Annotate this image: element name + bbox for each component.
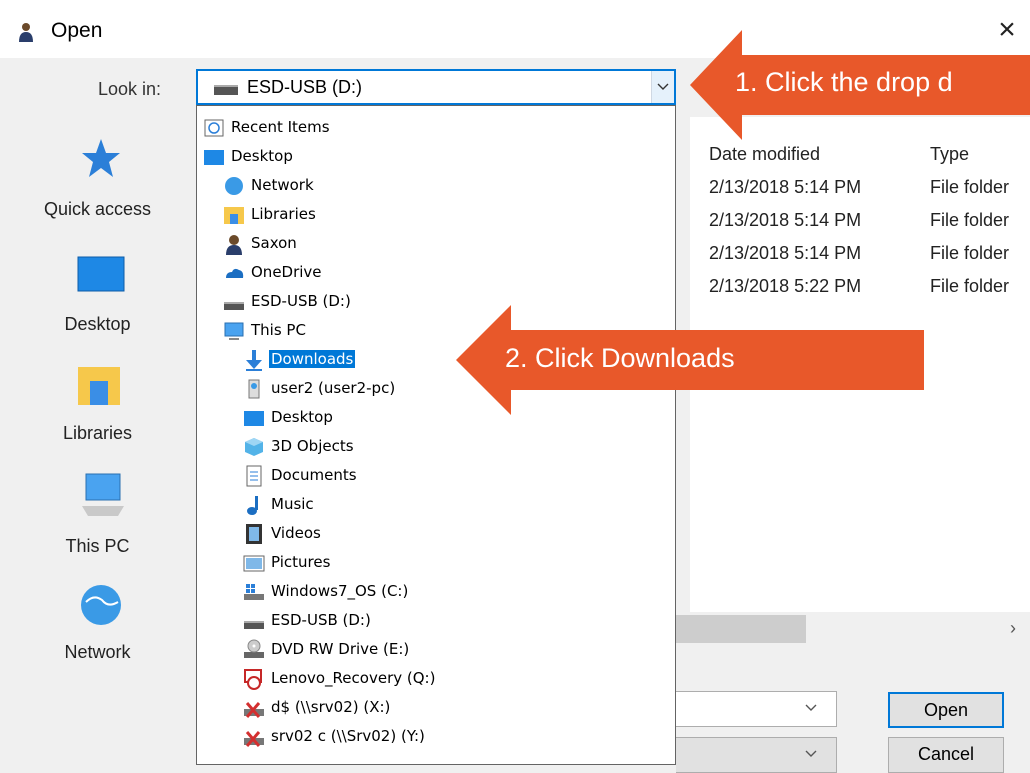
recovery-drive-icon bbox=[244, 669, 262, 690]
chevron-down-icon bbox=[657, 83, 669, 90]
look-in-dropdown-list[interactable]: Recent Items Desktop Network Libraries S… bbox=[196, 105, 676, 765]
chevron-down-icon[interactable] bbox=[804, 700, 818, 714]
disconnected-drive-icon bbox=[244, 731, 264, 747]
network-share-icon bbox=[248, 379, 260, 399]
windows-drive-icon bbox=[244, 584, 264, 600]
row-date: 2/13/2018 5:14 PM bbox=[709, 243, 862, 263]
place-label: Network bbox=[64, 642, 131, 662]
look-in-value: ESD-USB (D:) bbox=[247, 77, 363, 97]
libraries-icon bbox=[224, 207, 244, 224]
place-this-pc[interactable]: This PC bbox=[0, 472, 195, 567]
usb-drive-icon bbox=[244, 621, 264, 629]
callout-step-1-text: 1. Click the drop d bbox=[735, 67, 953, 97]
file-name-combo[interactable] bbox=[676, 691, 837, 727]
usb-drive-icon bbox=[214, 85, 238, 95]
quick-access-icon bbox=[82, 139, 120, 177]
horizontal-scrollbar[interactable]: › bbox=[676, 612, 1030, 648]
videos-icon bbox=[246, 524, 262, 544]
place-quick-access[interactable]: Quick access bbox=[0, 137, 195, 242]
row-type: File folder bbox=[930, 177, 1010, 197]
column-header-date-modified[interactable]: Date modified bbox=[709, 144, 820, 165]
place-label: This PC bbox=[65, 536, 130, 556]
scroll-right-icon[interactable]: › bbox=[1010, 618, 1016, 639]
row-type: File folder bbox=[930, 276, 1010, 296]
music-icon bbox=[247, 496, 258, 515]
look-in-dropdown-button[interactable] bbox=[651, 71, 674, 103]
place-network[interactable]: Network bbox=[0, 582, 195, 677]
3d-objects-icon bbox=[245, 438, 263, 456]
cancel-button[interactable]: Cancel bbox=[888, 737, 1004, 773]
recent-items-icon bbox=[204, 119, 224, 137]
documents-icon bbox=[246, 465, 262, 487]
dvd-drive-icon bbox=[244, 639, 264, 658]
app-user-icon bbox=[19, 23, 33, 42]
column-header-type[interactable]: Type bbox=[930, 144, 969, 165]
file-type-combo[interactable] bbox=[676, 737, 837, 773]
look-in-label: Look in: bbox=[98, 79, 162, 99]
desktop-icon bbox=[77, 256, 125, 292]
place-label: Desktop bbox=[64, 314, 131, 334]
row-date: 2/13/2018 5:22 PM bbox=[709, 276, 862, 296]
network-icon bbox=[225, 177, 243, 195]
disconnected-drive-icon bbox=[244, 702, 264, 718]
open-button[interactable]: Open bbox=[888, 692, 1004, 728]
libraries-icon bbox=[78, 367, 120, 405]
desktop-icon bbox=[204, 150, 224, 165]
this-pc-icon bbox=[224, 322, 244, 340]
chevron-down-icon[interactable] bbox=[804, 746, 818, 760]
row-date: 2/13/2018 5:14 PM bbox=[709, 210, 862, 230]
user-icon bbox=[226, 235, 242, 255]
this-pc-icon bbox=[82, 473, 124, 516]
window-title: Open bbox=[51, 19, 103, 42]
pictures-icon bbox=[243, 555, 265, 572]
row-type: File folder bbox=[930, 243, 1010, 263]
callout-step-2-text: 2. Click Downloads bbox=[505, 343, 735, 373]
downloads-icon bbox=[246, 350, 262, 371]
row-type: File folder bbox=[930, 210, 1010, 230]
row-date: 2/13/2018 5:14 PM bbox=[709, 177, 862, 197]
desktop-icon bbox=[244, 411, 264, 426]
place-desktop[interactable]: Desktop bbox=[0, 255, 195, 350]
look-in-combo[interactable]: ESD-USB (D:) bbox=[196, 69, 676, 105]
network-icon bbox=[81, 585, 121, 625]
place-label: Quick access bbox=[43, 199, 152, 219]
place-libraries[interactable]: Libraries bbox=[0, 365, 195, 460]
onedrive-icon bbox=[226, 268, 244, 278]
usb-drive-icon bbox=[224, 302, 244, 310]
place-label: Libraries bbox=[62, 423, 133, 443]
scrollbar-thumb[interactable] bbox=[676, 615, 806, 643]
